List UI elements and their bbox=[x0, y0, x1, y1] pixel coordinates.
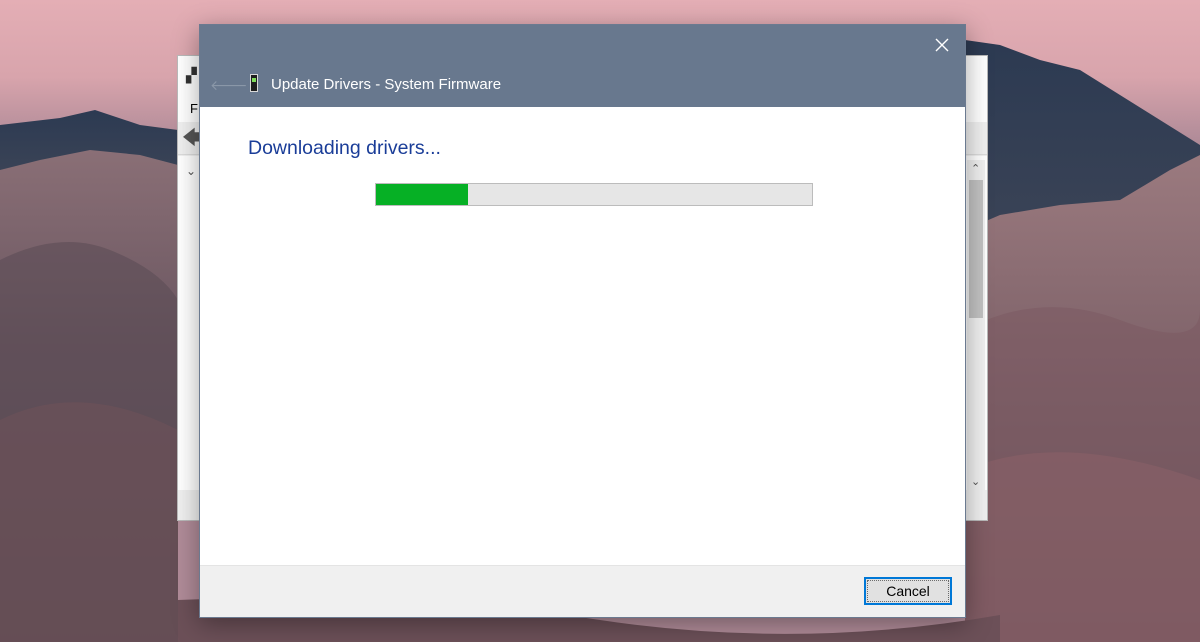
system-firmware-icon bbox=[248, 74, 260, 94]
update-drivers-dialog: 🡐 Update Drivers - System Firmware Downl… bbox=[199, 24, 966, 618]
desktop-wallpaper: ▞ F 🡄 ⌄ ⌃ ⌄ 🡐 Update Drivers - System Fi… bbox=[0, 0, 1200, 642]
scroll-up-icon[interactable]: ⌃ bbox=[971, 162, 980, 175]
device-manager-icon: ▞ bbox=[186, 67, 197, 83]
dialog-footer: Cancel bbox=[200, 565, 965, 617]
download-progress-bar bbox=[375, 183, 813, 206]
chevron-down-icon[interactable]: ⌄ bbox=[186, 164, 196, 178]
progress-fill bbox=[376, 184, 468, 205]
dialog-titlebar bbox=[200, 25, 965, 65]
cancel-button[interactable]: Cancel bbox=[864, 577, 952, 605]
menu-file[interactable]: F bbox=[190, 101, 198, 116]
scroll-down-icon[interactable]: ⌄ bbox=[971, 475, 980, 488]
status-heading: Downloading drivers... bbox=[248, 137, 441, 159]
device-tree-scrollbar[interactable]: ⌃ ⌄ bbox=[967, 160, 985, 490]
cancel-button-label: Cancel bbox=[886, 583, 930, 599]
scroll-thumb[interactable] bbox=[969, 180, 983, 318]
back-arrow-icon[interactable]: 🡐 bbox=[210, 75, 248, 95]
dialog-content: Downloading drivers... bbox=[200, 107, 965, 565]
dialog-header: 🡐 Update Drivers - System Firmware bbox=[200, 65, 965, 107]
close-button[interactable] bbox=[919, 25, 965, 65]
close-icon bbox=[935, 38, 949, 52]
dialog-title: Update Drivers - System Firmware bbox=[271, 76, 502, 93]
